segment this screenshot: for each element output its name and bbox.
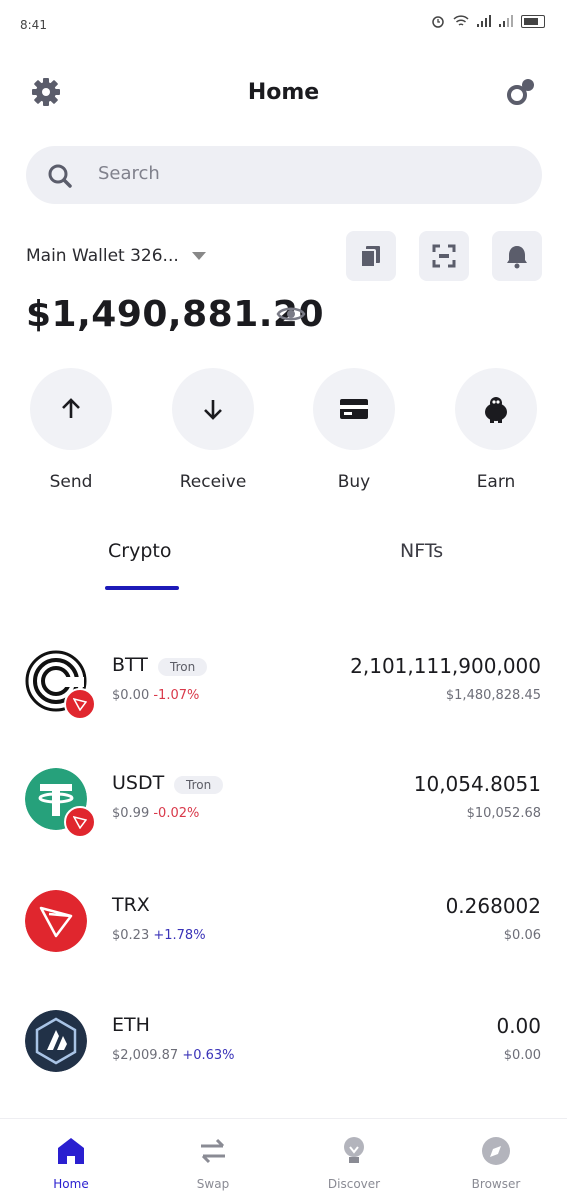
- compass-icon: [482, 1137, 510, 1165]
- copy-button[interactable]: [346, 231, 396, 281]
- signal-icon: [477, 15, 491, 27]
- earn-icon: [485, 397, 507, 423]
- asset-row-usdt[interactable]: USDT Tron $0.99 -0.02% 10,054.8051 $10,0…: [0, 768, 567, 868]
- send-label: Send: [49, 472, 93, 492]
- price-change: -1.07%: [153, 688, 200, 703]
- nav-browser[interactable]: Browser: [451, 1133, 541, 1191]
- bell-icon: [507, 246, 527, 269]
- tron-badge-icon: [64, 688, 96, 720]
- price-change: +1.78%: [153, 928, 206, 943]
- price-change: -0.02%: [153, 806, 200, 821]
- price-value: $0.99: [112, 806, 150, 821]
- asset-row-trx[interactable]: TRX $0.23 +1.78% 0.268002 $0.06: [0, 890, 567, 990]
- nav-swap[interactable]: Swap: [168, 1133, 258, 1191]
- alarm-icon: [432, 16, 444, 28]
- buy-label: Buy: [337, 472, 371, 492]
- wallet-selector[interactable]: Main Wallet 326...: [26, 246, 179, 266]
- network-tag: Tron: [158, 658, 208, 676]
- receive-label: Receive: [179, 472, 247, 492]
- bottom-nav: Home Swap Discover Browser: [0, 1118, 567, 1201]
- scan-button[interactable]: [419, 231, 469, 281]
- tab-crypto[interactable]: Crypto: [108, 540, 171, 562]
- nav-discover-label: Discover: [327, 1177, 381, 1191]
- eth-logo-icon: [25, 1010, 87, 1072]
- asset-symbol: BTT: [112, 654, 148, 676]
- nav-swap-label: Swap: [196, 1177, 230, 1191]
- asset-price: $0.00 -1.07%: [112, 688, 199, 703]
- notifications-button[interactable]: [492, 231, 542, 281]
- asset-value: $1,480,828.45: [445, 688, 541, 703]
- buy-button[interactable]: Buy: [313, 368, 395, 492]
- copy-icon: [360, 246, 380, 268]
- asset-symbol: ETH: [112, 1014, 150, 1036]
- receive-button[interactable]: Receive: [172, 368, 254, 492]
- asset-symbol: TRX: [112, 894, 150, 916]
- price-change: +0.63%: [182, 1048, 235, 1063]
- wifi-icon: [453, 14, 469, 26]
- page-title: Home: [247, 80, 320, 105]
- asset-row-eth[interactable]: ETH $2,009.87 +0.63% 0.00 $0.00: [0, 1010, 567, 1110]
- price-value: $0.00: [112, 688, 150, 703]
- nav-discover[interactable]: Discover: [309, 1133, 399, 1191]
- eye-icon[interactable]: [276, 302, 306, 326]
- tron-badge-icon: [64, 806, 96, 838]
- nav-home[interactable]: Home: [26, 1133, 116, 1191]
- status-bar: 8:41: [0, 0, 567, 52]
- asset-amount: 2,101,111,900,000: [350, 654, 541, 678]
- asset-amount: 0.268002: [445, 894, 541, 918]
- nav-browser-label: Browser: [471, 1177, 521, 1191]
- search-bar[interactable]: [26, 146, 542, 204]
- status-time: 8:41: [20, 18, 47, 32]
- swap-icon: [201, 1138, 225, 1164]
- price-value: $2,009.87: [112, 1048, 179, 1063]
- nav-home-label: Home: [53, 1177, 89, 1191]
- asset-value: $0.00: [503, 1048, 541, 1063]
- status-icons: [431, 14, 545, 28]
- asset-value: $0.06: [503, 928, 541, 943]
- card-icon: [340, 399, 368, 419]
- search-icon: [48, 164, 72, 188]
- tab-indicator: [105, 586, 179, 590]
- asset-price: $0.99 -0.02%: [112, 806, 199, 821]
- receive-circle[interactable]: [172, 368, 254, 450]
- asset-price: $0.23 +1.78%: [112, 928, 206, 943]
- asset-price: $2,009.87 +0.63%: [112, 1048, 235, 1063]
- search-input[interactable]: [96, 162, 500, 185]
- asset-row-btt[interactable]: BTT Tron $0.00 -1.07% 2,101,111,900,000 …: [0, 650, 567, 750]
- buy-circle[interactable]: [313, 368, 395, 450]
- signal-2-icon: [499, 15, 513, 27]
- trx-logo-icon: [25, 890, 87, 952]
- battery-icon: [521, 14, 545, 28]
- asset-value: $10,052.68: [466, 806, 541, 821]
- arrow-up-icon: [62, 398, 80, 418]
- tab-nfts[interactable]: NFTs: [400, 540, 443, 562]
- wallet-connect-icon[interactable]: [505, 76, 537, 108]
- earn-label: Earn: [476, 472, 516, 492]
- lightbulb-icon: [344, 1137, 364, 1163]
- home-icon: [58, 1138, 84, 1164]
- arrow-down-icon: [204, 400, 222, 420]
- earn-button[interactable]: Earn: [455, 368, 537, 492]
- header: Home: [0, 60, 567, 124]
- asset-amount: 0.00: [496, 1014, 541, 1038]
- chevron-down-icon[interactable]: [192, 252, 206, 260]
- send-circle[interactable]: [30, 368, 112, 450]
- network-tag: Tron: [174, 776, 224, 794]
- asset-amount: 10,054.8051: [413, 772, 541, 796]
- send-button[interactable]: Send: [30, 368, 112, 492]
- scan-icon: [432, 244, 456, 268]
- earn-circle[interactable]: [455, 368, 537, 450]
- price-value: $0.23: [112, 928, 150, 943]
- asset-symbol: USDT: [112, 772, 165, 794]
